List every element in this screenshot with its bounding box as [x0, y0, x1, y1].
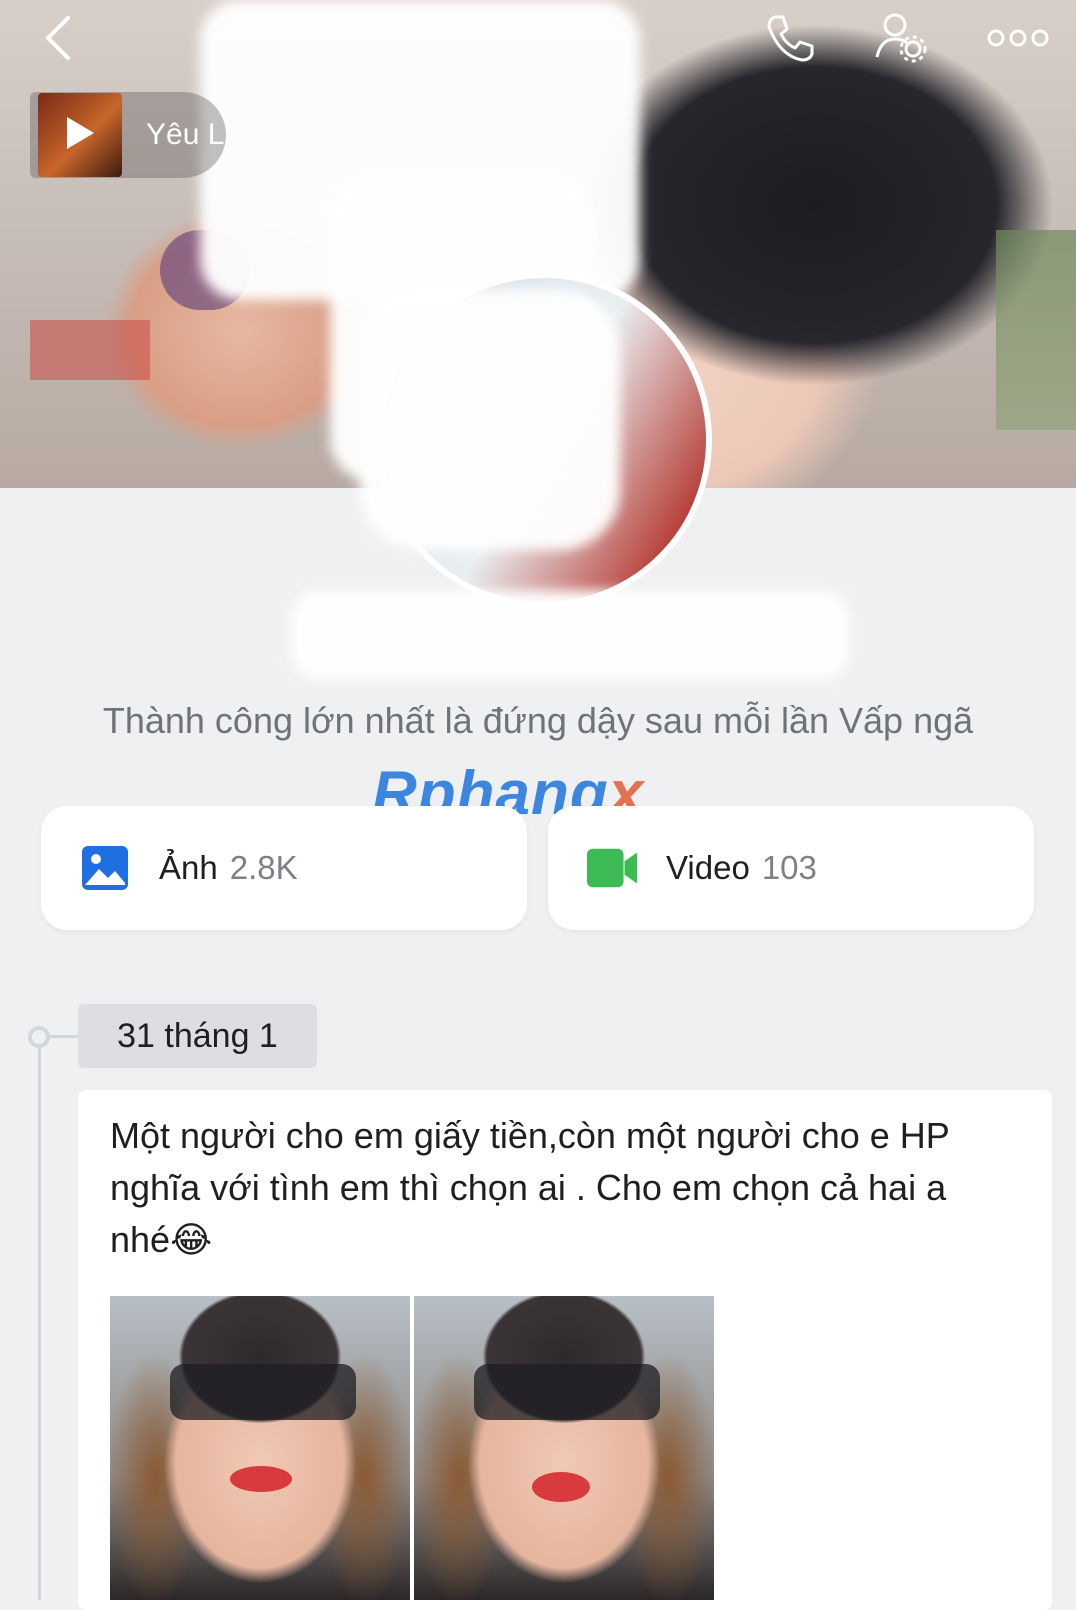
phone-icon: [763, 11, 817, 70]
back-button[interactable]: [28, 10, 88, 70]
post-date-label: 31 tháng 1: [78, 1004, 317, 1068]
timeline-connector: [48, 1035, 78, 1038]
top-bar: [0, 0, 1076, 80]
avatar-privacy-blur: [360, 290, 620, 550]
photos-label: Ảnh: [159, 849, 218, 886]
photo-detail: [230, 1466, 292, 1492]
music-cover-art: [38, 93, 122, 177]
videos-label: Video: [666, 849, 750, 886]
timeline-dot: [28, 1026, 50, 1048]
name-privacy-blur: [290, 590, 850, 680]
call-button[interactable]: [760, 10, 820, 70]
profile-settings-button[interactable]: [872, 10, 932, 70]
play-icon[interactable]: [63, 114, 97, 157]
timeline-line: [38, 1036, 41, 1600]
photo-detail: [170, 1364, 356, 1420]
video-camera-icon: [586, 843, 638, 893]
post-text: Một người cho em giấy tiền,còn một người…: [110, 1115, 950, 1260]
cover-banner-decor: [30, 320, 150, 380]
cover-tree-decor: [996, 230, 1076, 430]
photo-detail: [474, 1364, 660, 1420]
more-options-button[interactable]: [980, 10, 1056, 70]
videos-count: 103: [761, 849, 817, 886]
chevron-left-icon: [40, 14, 76, 67]
photo-detail: [532, 1472, 590, 1502]
post-photo-1[interactable]: [110, 1296, 410, 1600]
post-photo-2[interactable]: [414, 1296, 714, 1600]
image-icon: [79, 843, 131, 893]
profile-status-text: Thành công lớn nhất là đứng dậy sau mỗi …: [102, 700, 974, 741]
user-gear-icon: [873, 9, 931, 72]
videos-button[interactable]: Video 103: [548, 806, 1034, 930]
photos-button[interactable]: Ảnh 2.8K: [41, 806, 527, 930]
profile-music-player[interactable]: Yêu L: [30, 92, 226, 178]
music-title: Yêu L: [146, 118, 225, 151]
more-dots-icon: [986, 26, 1050, 55]
timeline-post[interactable]: Một người cho em giấy tiền,còn một người…: [78, 1090, 1052, 1610]
photos-count: 2.8K: [229, 849, 298, 886]
